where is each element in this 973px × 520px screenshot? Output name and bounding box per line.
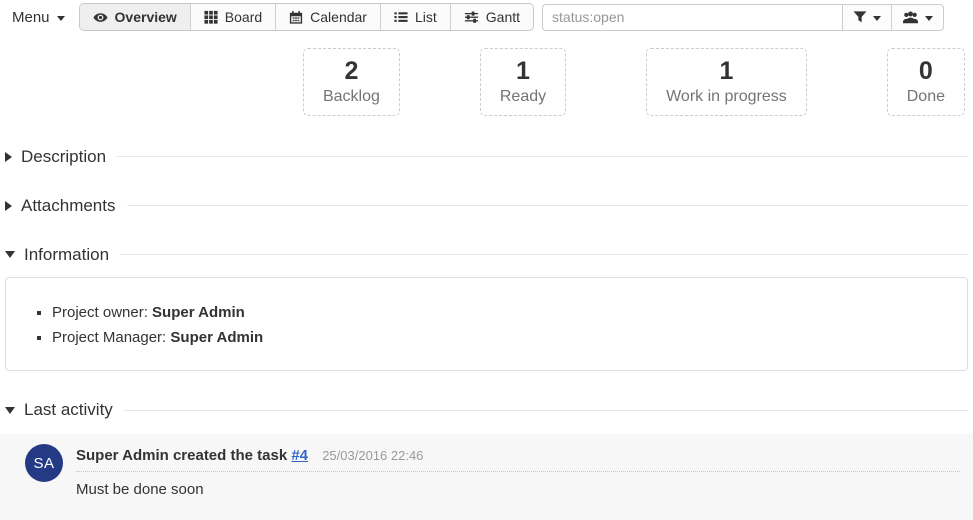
filter-dropdown-button[interactable] — [843, 5, 891, 30]
avatar: SA — [25, 444, 63, 482]
task-link[interactable]: #4 — [291, 447, 308, 464]
search-group — [542, 4, 944, 31]
users-icon — [902, 10, 919, 25]
info-label: Project Manager: — [52, 329, 166, 346]
stat-label: Ready — [500, 88, 546, 106]
tab-overview[interactable]: Overview — [80, 4, 190, 30]
stat-box-ready: 1 Ready — [480, 48, 566, 116]
tab-label: Overview — [115, 9, 177, 25]
list-icon — [394, 10, 408, 24]
section-rule — [120, 254, 968, 255]
section-rule — [117, 156, 968, 157]
search-input[interactable] — [542, 4, 842, 31]
main-content: Description Attachments Information Proj… — [0, 147, 973, 520]
section-title: Information — [24, 245, 109, 265]
information-list: Project owner: Super Admin Project Manag… — [21, 302, 952, 349]
tab-label: Board — [225, 9, 262, 25]
caret-down-icon — [925, 16, 933, 21]
activity-timestamp: 25/03/2016 22:46 — [322, 448, 423, 463]
section-header-description[interactable]: Description — [5, 147, 968, 167]
information-panel: Project owner: Super Admin Project Manag… — [5, 277, 968, 372]
expanded-arrow-icon — [5, 407, 15, 414]
stat-box-backlog: 2 Backlog — [303, 48, 400, 116]
activity-title: Super Admin created the task #4 25/03/20… — [76, 444, 960, 472]
list-item: Project owner: Super Admin — [52, 302, 952, 324]
menu-dropdown[interactable]: Menu — [8, 5, 69, 30]
section-header-last-activity[interactable]: Last activity — [5, 400, 968, 420]
expanded-arrow-icon — [5, 251, 15, 258]
stat-label: Work in progress — [666, 88, 787, 106]
collapsed-arrow-icon — [5, 201, 12, 211]
tab-gantt[interactable]: Gantt — [450, 4, 533, 30]
sliders-icon — [464, 10, 479, 24]
activity-content: Super Admin created the task #4 25/03/20… — [76, 444, 960, 498]
section-title: Last activity — [24, 400, 113, 420]
menu-label: Menu — [12, 9, 50, 26]
collapsed-arrow-icon — [5, 152, 12, 162]
section-title: Attachments — [21, 196, 116, 216]
stat-count: 1 — [666, 57, 787, 86]
section-title: Description — [21, 147, 106, 167]
section-rule — [127, 205, 969, 206]
stat-count: 1 — [500, 57, 546, 86]
tab-list[interactable]: List — [380, 4, 450, 30]
caret-down-icon — [873, 16, 881, 21]
tab-calendar[interactable]: Calendar — [275, 4, 380, 30]
stat-count: 2 — [323, 57, 380, 86]
info-value: Super Admin — [152, 304, 245, 321]
filter-button-group — [842, 4, 944, 31]
stat-count: 0 — [907, 57, 945, 86]
info-label: Project owner: — [52, 304, 148, 321]
list-item: Project Manager: Super Admin — [52, 327, 952, 349]
tab-label: List — [415, 9, 437, 25]
tab-label: Calendar — [310, 9, 367, 25]
stat-box-work-in-progress: 1 Work in progress — [646, 48, 807, 116]
tab-board[interactable]: Board — [190, 4, 275, 30]
info-value: Super Admin — [170, 329, 263, 346]
calendar-icon — [289, 10, 303, 25]
section-rule — [124, 410, 968, 411]
stat-label: Backlog — [323, 88, 380, 106]
section-header-attachments[interactable]: Attachments — [5, 196, 968, 216]
project-summary: 2 Backlog 1 Ready 1 Work in progress 0 D… — [0, 33, 973, 116]
caret-down-icon — [57, 16, 65, 21]
tab-label: Gantt — [486, 9, 520, 25]
stat-box-done: 0 Done — [887, 48, 965, 116]
view-switcher: Overview Board Calendar — [79, 3, 535, 31]
eye-icon — [93, 10, 108, 25]
users-dropdown-button[interactable] — [891, 5, 943, 30]
section-header-information[interactable]: Information — [5, 245, 968, 265]
funnel-icon — [853, 10, 867, 24]
grid-icon — [204, 10, 218, 24]
activity-title-text: Super Admin created the task — [76, 447, 287, 464]
top-bar: Menu Overview Board Ca — [0, 0, 973, 33]
activity-event: SA Super Admin created the task #4 25/03… — [0, 434, 973, 520]
stat-label: Done — [907, 88, 945, 106]
